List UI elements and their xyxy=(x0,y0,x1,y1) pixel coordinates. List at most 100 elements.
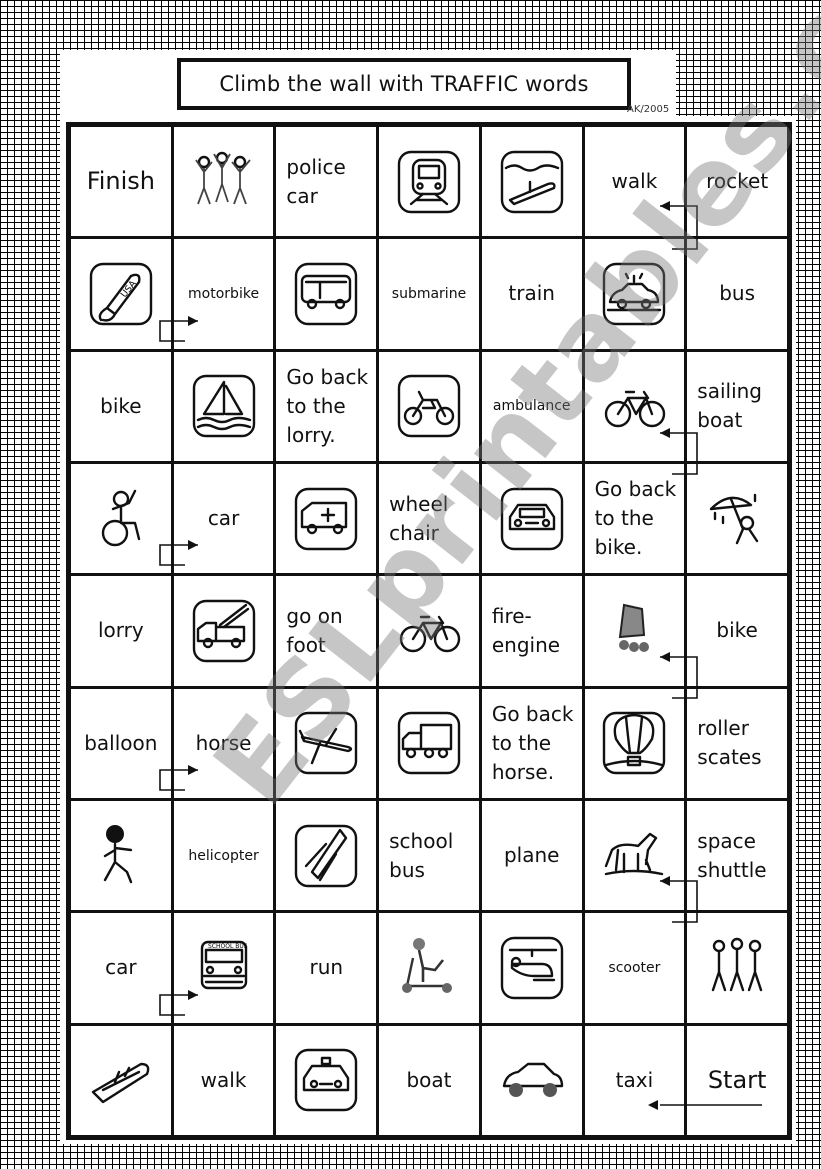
board-square xyxy=(584,351,685,461)
school-bus-icon: SCHOOL BUS xyxy=(200,940,248,990)
board-square xyxy=(276,239,377,349)
board-square xyxy=(379,576,479,686)
board-square xyxy=(276,464,377,574)
board-square xyxy=(173,576,274,686)
board-square: Go back to the lorry. xyxy=(276,351,377,461)
board-square: bike xyxy=(71,351,171,461)
square-label: fire-engine xyxy=(491,603,561,657)
square-label: Go back to the lorry. xyxy=(286,364,369,447)
board-square xyxy=(173,127,274,237)
square-label: lorry xyxy=(97,618,144,643)
board-square: go on foot xyxy=(276,576,377,686)
board-square xyxy=(71,1025,171,1135)
square-label: train xyxy=(508,281,555,306)
plane-icon xyxy=(295,712,358,775)
board-square: walk xyxy=(173,1025,274,1135)
rocket-icon: USA xyxy=(89,262,153,326)
author-credit: AK/2005 xyxy=(627,104,670,115)
board-square: car xyxy=(71,913,171,1023)
board-square: bus xyxy=(687,239,787,349)
board-square xyxy=(276,1025,377,1135)
helicopter-icon xyxy=(500,936,563,1000)
square-label: go on foot xyxy=(286,603,343,657)
board-square: Go back to the horse. xyxy=(481,688,582,798)
scooter-rider-icon xyxy=(401,937,452,993)
bicycle-icon xyxy=(399,615,461,653)
board-square xyxy=(481,1025,582,1135)
umbrella-rain-icon xyxy=(709,493,759,544)
square-label: police car xyxy=(286,154,346,208)
train-icon xyxy=(397,150,461,213)
board-square: plane xyxy=(481,801,582,911)
board-square: USA xyxy=(71,239,171,349)
board-square: police car xyxy=(276,127,377,237)
board-square xyxy=(379,688,479,798)
horse-icon xyxy=(605,832,664,875)
board-square xyxy=(584,239,685,349)
board-square: car xyxy=(173,464,274,574)
board-square xyxy=(481,913,582,1023)
board-square: sailing boat xyxy=(687,351,787,461)
svg-text:SCHOOL BUS: SCHOOL BUS xyxy=(208,943,248,950)
board-square: scooter xyxy=(584,913,685,1023)
square-label: helicopter xyxy=(188,847,259,864)
square-label: balloon xyxy=(84,730,158,755)
square-label: rocket xyxy=(706,169,769,194)
board-square: walk xyxy=(584,127,685,237)
board-square: roller scates xyxy=(687,688,787,798)
square-label: Finish xyxy=(86,167,156,196)
board-square: train xyxy=(481,239,582,349)
board-square: rocket xyxy=(687,127,787,237)
board-square xyxy=(276,688,377,798)
police-car-icon xyxy=(603,262,666,326)
board-square: helicopter xyxy=(173,801,274,911)
board-square: balloon xyxy=(71,688,171,798)
board-square: taxi xyxy=(584,1025,685,1135)
board-square: run xyxy=(276,913,377,1023)
square-label: school bus xyxy=(389,828,454,882)
board-square xyxy=(379,351,479,461)
square-label: horse xyxy=(195,730,252,755)
children-celebrating-icon xyxy=(194,151,251,204)
board-square xyxy=(71,464,171,574)
square-label: sailing boat xyxy=(697,379,762,433)
square-label: boat xyxy=(406,1067,452,1092)
lorry-icon xyxy=(397,712,461,775)
board-square: horse xyxy=(173,688,274,798)
space-shuttle-icon xyxy=(295,824,358,887)
square-label: bike xyxy=(100,393,142,418)
board-square: motorbike xyxy=(173,239,274,349)
square-label: car xyxy=(105,955,137,980)
board-square xyxy=(173,351,274,461)
people-walking-icon xyxy=(711,937,763,992)
board-square xyxy=(687,464,787,574)
square-label: space shuttle xyxy=(697,828,767,882)
submarine-icon xyxy=(500,150,563,213)
board-square: bike xyxy=(687,576,787,686)
board-square: Go back to the bike. xyxy=(584,464,685,574)
square-label: Go back to the bike. xyxy=(594,477,677,560)
square-label: wheel chair xyxy=(389,491,449,545)
car-icon xyxy=(500,487,563,550)
board-square xyxy=(71,801,171,911)
board-square xyxy=(481,127,582,237)
board-square xyxy=(379,913,479,1023)
board-square xyxy=(481,464,582,574)
square-label: Start xyxy=(707,1065,767,1094)
hot-air-balloon-icon xyxy=(603,712,666,775)
roller-skates-icon xyxy=(619,603,650,652)
board-square xyxy=(687,913,787,1023)
square-label: walk xyxy=(200,1067,247,1092)
square-label: bike xyxy=(716,618,758,643)
worksheet-title: Climb the wall with TRAFFIC words xyxy=(177,58,631,110)
square-label: walk xyxy=(611,169,658,194)
ambulance-icon xyxy=(295,487,358,550)
board-square: fire-engine xyxy=(481,576,582,686)
square-label: Go back to the horse. xyxy=(491,701,574,784)
running-child-icon xyxy=(103,824,133,883)
board-square xyxy=(584,688,685,798)
sailing-boat-icon xyxy=(192,375,255,438)
square-label: ambulance xyxy=(492,398,571,415)
square-label: car xyxy=(207,506,240,531)
board-square xyxy=(584,801,685,911)
